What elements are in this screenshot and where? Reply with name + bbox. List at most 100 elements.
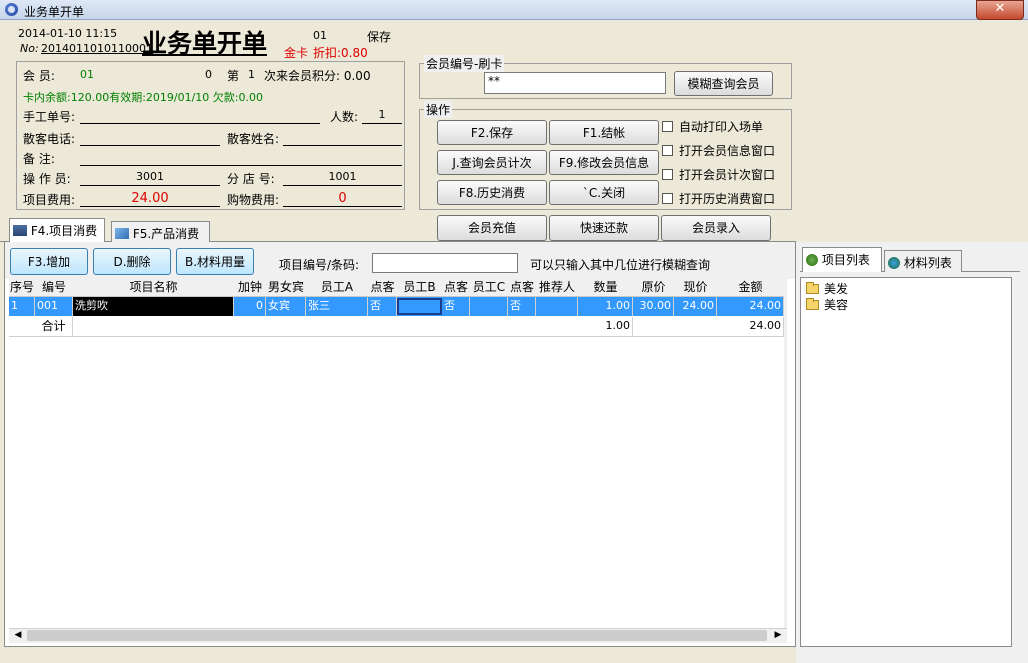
close-button[interactable]: `C.关闭 xyxy=(549,180,659,205)
cell-orig-price[interactable]: 30.00 xyxy=(633,297,674,316)
page-title: 业务单开单 xyxy=(142,29,268,58)
cell-code[interactable]: 001 xyxy=(35,297,73,316)
col-header-pick-b[interactable]: 点客 xyxy=(442,279,471,297)
ops-group-legend: 操作 xyxy=(424,101,453,118)
col-header-staff-b[interactable]: 员工B xyxy=(397,279,443,297)
tab-material-list[interactable]: 材料列表 xyxy=(884,250,962,272)
open-info-window-checkbox[interactable] xyxy=(662,145,673,156)
col-header-amount[interactable]: 金额 xyxy=(717,279,785,297)
col-header-staff-a[interactable]: 员工A xyxy=(306,279,369,297)
discount: 折扣:0.80 xyxy=(313,46,368,60)
remark-field[interactable] xyxy=(80,150,402,166)
branch-field[interactable]: 1001 xyxy=(283,170,402,186)
operator-field[interactable]: 3001 xyxy=(80,170,220,186)
tree-icon-item-list xyxy=(806,254,818,266)
open-count-window-label: 打开会员计次窗口 xyxy=(679,168,776,182)
cell-pick-a[interactable]: 否 xyxy=(368,297,397,316)
add-item-button[interactable]: F3.增加 xyxy=(10,248,88,275)
film-icon xyxy=(13,225,27,236)
save-button[interactable]: F2.保存 xyxy=(437,120,547,145)
scroll-left-icon[interactable]: ◀ xyxy=(10,629,26,642)
query-member-count-button[interactable]: J.查询会员计次 xyxy=(437,150,547,175)
col-header-seq[interactable]: 序号 xyxy=(9,279,36,297)
manual-no-field[interactable] xyxy=(80,108,320,124)
card-type: 金卡 xyxy=(284,46,309,60)
member-label: 会 员: xyxy=(23,69,55,83)
cell-referrer[interactable] xyxy=(536,297,578,316)
edit-member-info-button[interactable]: F9.修改会员信息 xyxy=(549,150,659,175)
cell-extra[interactable]: 0 xyxy=(234,297,266,316)
col-header-code[interactable]: 编号 xyxy=(35,279,74,297)
tree-node-beauty[interactable]: 美容 xyxy=(806,296,886,312)
col-header-referrer[interactable]: 推荐人 xyxy=(536,279,579,297)
window-title: 业务单开单 xyxy=(24,5,85,19)
tree-node-beauty-label: 美容 xyxy=(824,298,849,312)
col-header-gender[interactable]: 男女宾 xyxy=(266,279,307,297)
order-no: 2014011010110001 xyxy=(41,42,153,55)
member-recharge-button[interactable]: 会员充值 xyxy=(437,215,547,241)
scroll-thumb[interactable] xyxy=(27,630,767,641)
checkout-button[interactable]: F1.结帐 xyxy=(549,120,659,145)
cell-amount[interactable]: 24.00 xyxy=(717,297,784,316)
total-label: 合计 xyxy=(35,317,73,336)
tab-items-label: F4.项目消费 xyxy=(30,224,98,238)
people-label: 人数: xyxy=(330,110,359,124)
open-history-window-checkbox[interactable] xyxy=(662,193,673,204)
cell-staff-b[interactable] xyxy=(397,298,442,315)
cell-seq[interactable]: 1 xyxy=(9,297,35,316)
total-qty: 1.00 xyxy=(578,317,633,336)
remark-label: 备 注: xyxy=(23,152,55,166)
col-header-name[interactable]: 项目名称 xyxy=(73,279,235,297)
points-text: 次来会员积分: 0.00 xyxy=(264,69,371,83)
col-header-pick-a[interactable]: 点客 xyxy=(368,279,398,297)
col-header-price[interactable]: 现价 xyxy=(674,279,718,297)
quick-repay-button[interactable]: 快速还款 xyxy=(549,215,659,241)
cell-qty[interactable]: 1.00 xyxy=(578,297,633,316)
add-member-button[interactable]: 会员录入 xyxy=(661,215,771,241)
header-save-text: 保存 xyxy=(367,30,392,44)
cell-staff-a[interactable]: 张三 xyxy=(306,297,368,316)
col-header-staff-c[interactable]: 员工C xyxy=(470,279,509,297)
fuzzy-search-member-button[interactable]: 模糊查询会员 xyxy=(674,71,773,96)
open-info-window-label: 打开会员信息窗口 xyxy=(679,144,776,158)
people-field[interactable]: 1 xyxy=(362,108,402,124)
tree-node-hair-label: 美发 xyxy=(824,282,849,296)
shop-fee-value: 0 xyxy=(283,191,402,207)
cell-pick-b[interactable]: 否 xyxy=(442,297,470,316)
cell-name[interactable]: 洗剪吹 xyxy=(73,297,234,316)
header-code: 01 xyxy=(313,29,327,42)
total-row xyxy=(9,316,787,337)
guest-phone-label: 散客电话: xyxy=(23,132,76,146)
history-consumption-button[interactable]: F8.历史消费 xyxy=(437,180,547,205)
open-count-window-checkbox[interactable] xyxy=(662,169,673,180)
col-header-orig-price[interactable]: 原价 xyxy=(633,279,675,297)
operator-label: 操 作 员: xyxy=(23,172,71,186)
folder-icon xyxy=(806,298,819,310)
guest-name-label: 散客姓名: xyxy=(227,132,280,146)
auto-print-label: 自动打印入场单 xyxy=(679,120,764,134)
close-window-button[interactable]: ✕ xyxy=(976,0,1024,20)
auto-print-checkbox[interactable] xyxy=(662,121,673,132)
col-header-qty[interactable]: 数量 xyxy=(578,279,634,297)
cell-price[interactable]: 24.00 xyxy=(674,297,717,316)
tab-item-list[interactable]: 项目列表 xyxy=(802,247,882,272)
col-header-extra[interactable]: 加钟 xyxy=(234,279,267,297)
member-count: 0 xyxy=(205,68,212,81)
material-usage-button[interactable]: B.材料用量 xyxy=(176,248,254,275)
guest-phone-field[interactable] xyxy=(80,130,220,146)
product-icon xyxy=(115,228,129,239)
tab-products[interactable]: F5.产品消费 xyxy=(111,221,210,242)
guest-name-field[interactable] xyxy=(283,130,402,146)
col-header-pick-c[interactable]: 点客 xyxy=(508,279,537,297)
scroll-right-icon[interactable]: ▶ xyxy=(770,629,786,642)
card-no-input[interactable]: ** xyxy=(484,72,666,94)
delete-item-button[interactable]: D.删除 xyxy=(93,248,171,275)
tab-items[interactable]: F4.项目消费 xyxy=(9,218,105,242)
item-code-input[interactable] xyxy=(372,253,518,273)
cell-gender[interactable]: 女宾 xyxy=(266,297,306,316)
cell-staff-c[interactable] xyxy=(470,297,508,316)
branch-label: 分 店 号: xyxy=(227,172,275,186)
cell-pick-c[interactable]: 否 xyxy=(508,297,536,316)
grid-right-edge xyxy=(784,279,787,628)
tree-node-hair[interactable]: 美发 xyxy=(806,280,886,296)
